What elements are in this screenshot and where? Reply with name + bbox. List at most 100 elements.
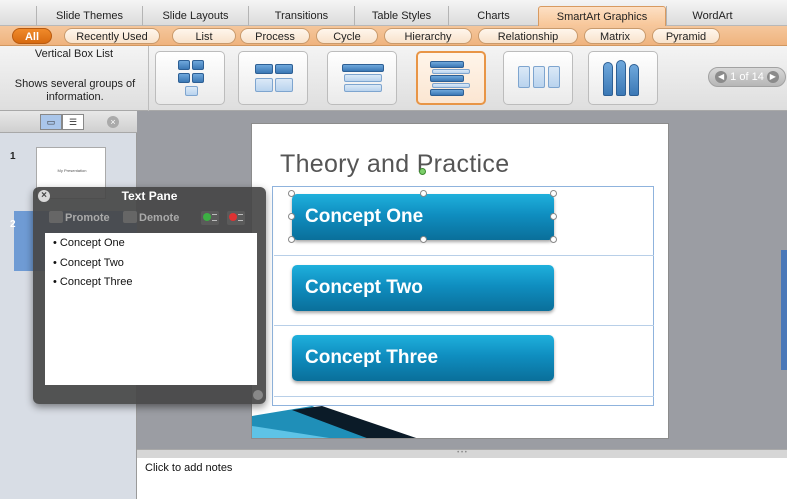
slide-number: 1	[10, 151, 16, 162]
close-pane-icon[interactable]: ×	[107, 116, 119, 128]
resize-grip-icon[interactable]	[253, 390, 263, 400]
minus-icon	[229, 213, 237, 221]
bullet-item[interactable]: • Concept Two	[53, 257, 124, 269]
pane-view-toolbar: ▭ ☰ ×	[0, 111, 137, 133]
thumbnail-shape	[603, 62, 613, 96]
text-pane-editor[interactable]: • Concept One • Concept Two • Concept Th…	[45, 233, 257, 385]
list-icon	[212, 214, 217, 221]
thumbnail-shape	[430, 61, 464, 68]
bullet-text: Concept One	[59, 237, 125, 249]
thumbnail-shape	[192, 73, 204, 83]
slide-decoration	[252, 406, 417, 438]
notes-pane[interactable]: Click to add notes	[137, 458, 787, 499]
concept-shape-2[interactable]: Concept Two	[292, 265, 554, 311]
bullet-item[interactable]: • Concept Three	[53, 276, 133, 288]
resize-handle[interactable]	[420, 190, 427, 197]
bullet-item[interactable]: • Concept One	[53, 237, 125, 249]
thumbnail-shape	[533, 66, 545, 88]
tab-charts[interactable]: Charts	[448, 6, 538, 26]
thumbnail-shape	[616, 60, 626, 96]
demote-button[interactable]: Demote	[123, 211, 179, 224]
slide-canvas[interactable]: Theory and Practice Concept One Concept …	[251, 123, 669, 439]
resize-handle[interactable]	[288, 213, 295, 220]
gallery-page-indicator: 1 of 14	[730, 71, 764, 83]
thumbnail-shape	[344, 74, 382, 82]
tab-slide-themes[interactable]: Slide Themes	[36, 6, 142, 26]
selected-layout-description: Shows several groups of information.	[14, 78, 136, 103]
divider-line	[274, 396, 654, 397]
slide-number: 2	[10, 219, 16, 230]
layout-thumbnail[interactable]	[238, 51, 308, 105]
layout-thumbnail[interactable]	[503, 51, 573, 105]
rotate-handle[interactable]	[419, 168, 426, 175]
resize-handle[interactable]	[550, 190, 557, 197]
slides-view-button[interactable]: ▭	[40, 114, 62, 130]
slide-title[interactable]: Theory and Practice	[280, 150, 509, 179]
layout-thumbnail-selected[interactable]	[416, 51, 486, 105]
promote-label: Promote	[65, 212, 110, 224]
thumbnail-shape	[275, 78, 293, 92]
thumbnail-shape	[432, 83, 470, 88]
gallery-divider	[148, 46, 149, 111]
chevron-left-icon[interactable]: ◀	[715, 71, 728, 84]
thumbnail-shape	[432, 69, 470, 74]
tab-table-styles[interactable]: Table Styles	[354, 6, 448, 26]
layout-thumbnail[interactable]	[327, 51, 397, 105]
thumbnail-shape	[518, 66, 530, 88]
category-matrix[interactable]: Matrix	[584, 28, 646, 44]
thumbnail-shape	[255, 64, 273, 74]
thumbnail-shape	[430, 89, 464, 96]
bullet-text: Concept Two	[59, 257, 124, 269]
chevron-right-icon[interactable]: ▶	[766, 71, 779, 84]
resize-handle[interactable]	[288, 190, 295, 197]
concept-shape-1[interactable]: Concept One	[292, 194, 554, 240]
layout-thumbnail[interactable]	[155, 51, 225, 105]
tab-transitions[interactable]: Transitions	[248, 6, 354, 26]
concept-shape-3[interactable]: Concept Three	[292, 335, 554, 381]
category-hierarchy[interactable]: Hierarchy	[384, 28, 472, 44]
thumbnail-shape	[275, 64, 293, 74]
selected-layout-name: Vertical Box List	[34, 48, 114, 60]
text-pane-title: Text Pane	[121, 189, 178, 203]
close-icon[interactable]: ×	[38, 190, 50, 202]
category-process[interactable]: Process	[240, 28, 310, 44]
category-relationship[interactable]: Relationship	[478, 28, 578, 44]
powerpoint-window: Slide Themes Slide Layouts Transitions T…	[0, 0, 787, 499]
add-bullet-button[interactable]	[201, 211, 219, 225]
gallery-pager: ◀ 1 of 14 ▶	[708, 67, 786, 87]
thumbnail-shape	[344, 84, 382, 92]
thumbnail-shape	[178, 60, 190, 70]
text-pane-window[interactable]: Text Pane × Promote Demote • Concept One…	[33, 187, 266, 404]
demote-icon	[123, 211, 137, 223]
resize-handle[interactable]	[550, 236, 557, 243]
thumbnail-shape	[192, 60, 204, 70]
plus-icon	[203, 213, 211, 221]
outline-view-button[interactable]: ☰	[62, 114, 84, 130]
tab-slide-layouts[interactable]: Slide Layouts	[142, 6, 248, 26]
notes-placeholder[interactable]: Click to add notes	[145, 462, 232, 474]
bullet-text: Concept Three	[59, 276, 133, 288]
resize-handle[interactable]	[420, 236, 427, 243]
divider-line	[274, 255, 654, 256]
category-pyramid[interactable]: Pyramid	[652, 28, 720, 44]
smartart-category-bar: All Recently Used List Process Cycle Hie…	[0, 26, 787, 46]
remove-bullet-button[interactable]	[227, 211, 245, 225]
category-list[interactable]: List	[172, 28, 236, 44]
resize-handle[interactable]	[550, 213, 557, 220]
thumbnail-shape	[342, 64, 384, 72]
category-all[interactable]: All	[12, 28, 52, 44]
tab-smartart-graphics[interactable]: SmartArt Graphics	[538, 6, 666, 26]
thumbnail-shape	[185, 86, 198, 96]
promote-icon	[49, 211, 63, 223]
category-cycle[interactable]: Cycle	[316, 28, 378, 44]
resize-handle[interactable]	[288, 236, 295, 243]
divider-line	[274, 325, 654, 326]
promote-button[interactable]: Promote	[49, 211, 110, 224]
notes-splitter[interactable]: • • •	[137, 449, 787, 458]
vertical-scrollbar[interactable]	[781, 250, 787, 370]
thumbnail-shape	[178, 73, 190, 83]
list-icon	[238, 214, 243, 221]
tab-wordart[interactable]: WordArt	[666, 6, 758, 26]
category-recently-used[interactable]: Recently Used	[64, 28, 160, 44]
layout-thumbnail[interactable]	[588, 51, 658, 105]
